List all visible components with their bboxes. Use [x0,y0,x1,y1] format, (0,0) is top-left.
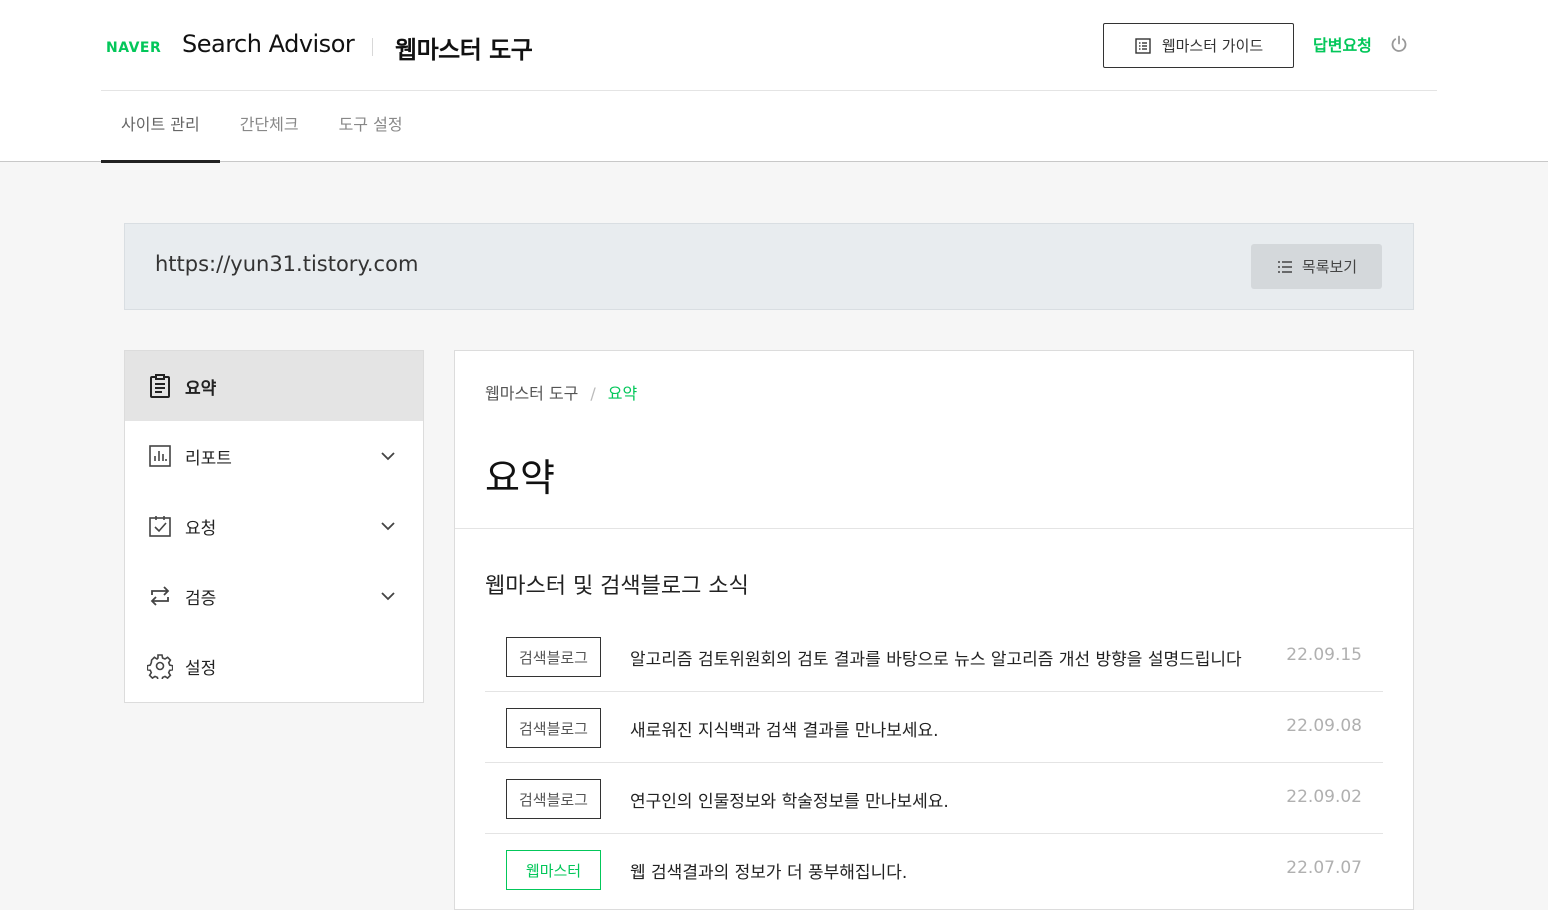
news-section-title: 웹마스터 및 검색블로그 소식 [485,574,749,599]
header: NAVER Search Advisor 웹마스터 도구 웹마스터 가이드 답변… [0,0,1548,163]
naver-logo[interactable]: NAVER [106,40,161,56]
news-title[interactable]: 알고리즘 검토위원회의 검토 결과를 바탕으로 뉴스 알고리즘 개선 방향을 설… [630,645,1255,670]
list-icon [1277,260,1292,273]
webmaster-tool-title[interactable]: 웹마스터 도구 [395,30,533,65]
list-view-label: 목록보기 [1301,258,1358,276]
tab-tool-settings[interactable]: 도구 설정 [319,91,423,162]
webmaster-guide-button[interactable]: 웹마스터 가이드 [1103,23,1294,68]
breadcrumb-separator: / [590,384,596,403]
breadcrumb-parent[interactable]: 웹마스터 도구 [485,384,578,403]
breadcrumb-current: 요약 [607,384,638,403]
sidebar-item-label: 요청 [185,518,217,539]
site-url: https://yun31.tistory.com [155,252,419,276]
sidebar-item-label: 검증 [185,588,217,609]
sidebar-item-verify[interactable]: 검증 [125,561,423,631]
news-item[interactable]: 검색블로그 새로워진 지식백과 검색 결과를 만나보세요. 22.09.08 [485,692,1383,763]
news-tag: 검색블로그 [506,708,601,748]
news-tag: 웹마스터 [506,850,601,890]
news-title[interactable]: 새로워진 지식백과 검색 결과를 만나보세요. [630,716,1255,741]
logo-divider [372,38,373,56]
search-advisor-title[interactable]: Search Advisor [182,30,355,58]
list-view-button[interactable]: 목록보기 [1251,244,1382,289]
news-item[interactable]: 검색블로그 알고리즘 검토위원회의 검토 결과를 바탕으로 뉴스 알고리즘 개선… [485,621,1383,692]
logout-power-icon[interactable] [1389,34,1409,54]
news-tag: 검색블로그 [506,637,601,677]
breadcrumb: 웹마스터 도구 / 요약 [485,380,637,404]
tab-site-management[interactable]: 사이트 관리 [101,91,220,163]
site-bar: https://yun31.tistory.com 목록보기 [124,223,1414,310]
sidebar-item-label: 설정 [185,658,217,679]
bar-chart-icon [149,445,171,467]
news-tag: 검색블로그 [506,779,601,819]
chevron-down-icon[interactable] [379,587,397,605]
news-title[interactable]: 연구인의 인물정보와 학술정보를 만나보세요. [630,787,1255,812]
sidebar-item-label: 요약 [185,378,217,399]
sidebar-item-request[interactable]: 요청 [125,491,423,561]
document-list-icon [1135,37,1151,54]
news-date: 22.09.08 [1286,716,1362,736]
sidebar: 요약 리포트 요청 검증 설정 [124,350,424,703]
news-title[interactable]: 웹 검색결과의 정보가 더 풍부해집니다. [630,858,1255,883]
main-tabs: 사이트 관리 간단체크 도구 설정 [101,91,423,163]
news-date: 22.09.15 [1286,645,1362,665]
news-list: 검색블로그 알고리즘 검토위원회의 검토 결과를 바탕으로 뉴스 알고리즘 개선… [485,621,1383,905]
page-title: 요약 [485,456,555,500]
checklist-icon [149,516,171,537]
guide-button-label: 웹마스터 가이드 [1161,37,1264,55]
gear-icon [147,654,173,679]
news-date: 22.09.02 [1286,787,1362,807]
repeat-icon [150,586,170,606]
chevron-down-icon[interactable] [379,447,397,465]
news-item[interactable]: 검색블로그 연구인의 인물정보와 학술정보를 만나보세요. 22.09.02 [485,763,1383,834]
news-item[interactable]: 웹마스터 웹 검색결과의 정보가 더 풍부해집니다. 22.07.07 [485,834,1383,905]
answer-request-link[interactable]: 답변요청 [1313,32,1372,56]
tab-quick-check[interactable]: 간단체크 [220,91,319,162]
sidebar-item-report[interactable]: 리포트 [125,421,423,491]
sidebar-item-summary[interactable]: 요약 [125,351,423,421]
chevron-down-icon[interactable] [379,517,397,535]
sidebar-item-settings[interactable]: 설정 [125,631,423,701]
main-panel: 웹마스터 도구 / 요약 요약 웹마스터 및 검색블로그 소식 검색블로그 알고리즘… [454,350,1414,910]
divider [455,528,1413,529]
news-date: 22.07.07 [1286,858,1362,878]
sidebar-item-label: 리포트 [185,448,232,469]
clipboard-icon [150,374,170,398]
header-top: NAVER Search Advisor 웹마스터 도구 웹마스터 가이드 답변… [101,0,1437,91]
